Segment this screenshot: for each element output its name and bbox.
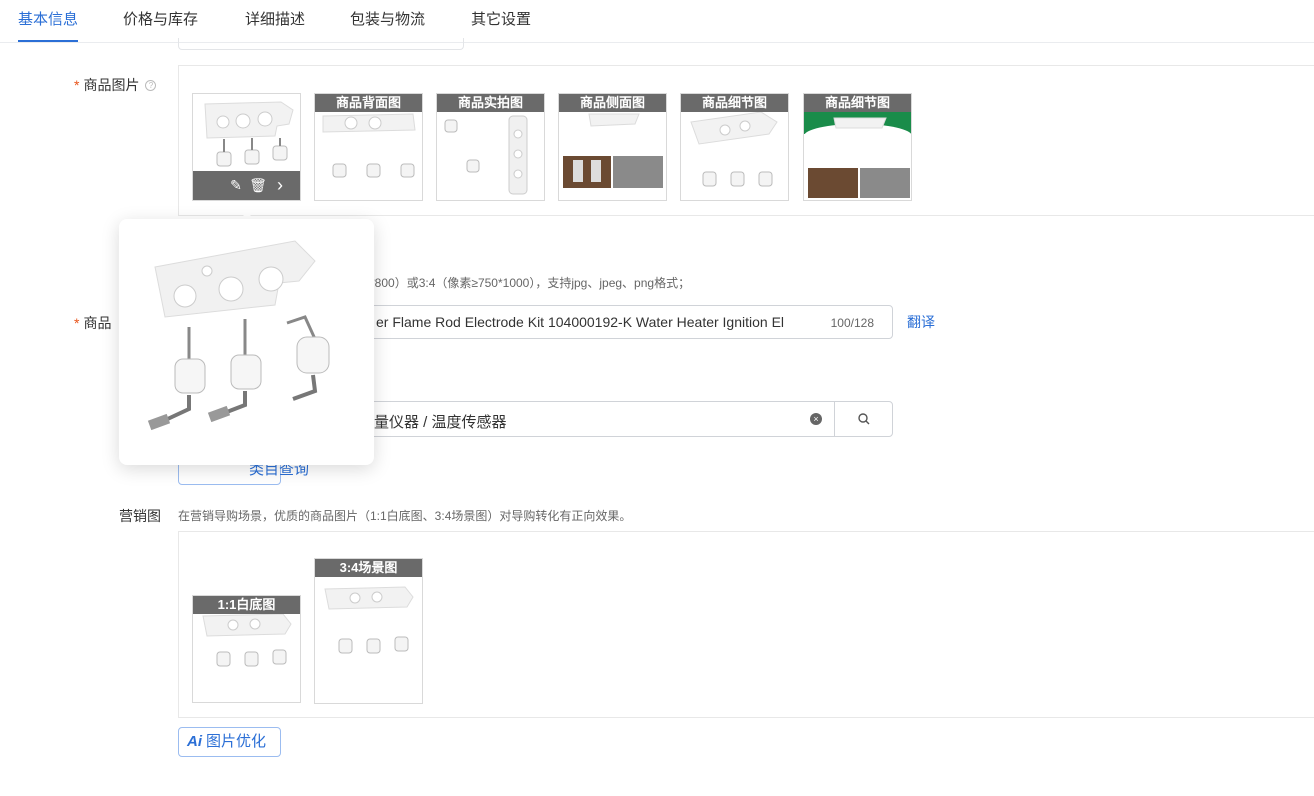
tab-bar: 基本信息 价格与库存 详细描述 包装与物流 其它设置 — [0, 0, 1314, 43]
main-image-thumb[interactable]: ✎ 🗑 › — [192, 93, 301, 201]
search-icon — [858, 413, 870, 425]
image-toolbar: ✎ 🗑 › — [193, 171, 300, 200]
help-icon[interactable]: ? — [145, 80, 157, 91]
ai-badge: Ai — [187, 733, 202, 750]
product-images-label: * 商品图片? — [74, 75, 157, 95]
char-count: 100/128 — [830, 316, 874, 330]
category-search-button[interactable] — [834, 401, 893, 437]
image-caption: 商品背面图 — [315, 94, 422, 112]
image-caption: 商品细节图 — [681, 94, 788, 112]
marketing-hint: 在营销导购场景，优质的商品图片（1:1白底图、3:4场景图）对导购转化有正向效果… — [178, 509, 632, 523]
delete-icon[interactable]: 🗑 — [249, 176, 267, 194]
required-mark: * — [74, 77, 80, 93]
tab-package-logistics[interactable]: 包装与物流 — [350, 8, 425, 42]
image-caption: 3:4场景图 — [315, 559, 422, 577]
image-caption: 商品实拍图 — [437, 94, 544, 112]
marketing-images-label: 营销图 — [119, 508, 161, 524]
next-icon[interactable]: › — [271, 176, 289, 194]
white-bg-image-thumb[interactable]: 1:1白底图 — [192, 595, 301, 703]
previous-field-bottom — [178, 38, 464, 50]
required-mark: * — [74, 315, 80, 331]
back-image-thumb[interactable]: 商品背面图 — [314, 93, 423, 201]
product-title-value: er Flame Rod Electrode Kit 104000192-K W… — [376, 314, 785, 330]
tab-other-settings[interactable]: 其它设置 — [471, 8, 531, 42]
preview-product-photo — [147, 240, 330, 431]
scene-image-thumb[interactable]: 3:4场景图 — [314, 558, 423, 704]
product-photo — [324, 586, 414, 654]
tab-price-stock[interactable]: 价格与库存 — [123, 8, 198, 42]
image-caption: 商品侧面图 — [559, 94, 666, 112]
tab-detail-description[interactable]: 详细描述 — [245, 8, 305, 42]
product-images-label-text: 商品图片 — [83, 77, 140, 93]
detail-image-thumb[interactable]: 商品细节图 — [680, 93, 789, 201]
side-image-thumb[interactable]: 商品侧面图 — [558, 93, 667, 201]
image-caption: 1:1白底图 — [193, 596, 300, 614]
image-optimize-label: 图片优化 — [206, 733, 267, 750]
image-optimize-button[interactable]: Ai 图片优化 — [178, 727, 281, 757]
image-preview-popup — [119, 219, 374, 465]
clear-icon[interactable]: × — [810, 413, 822, 425]
tab-basic-info[interactable]: 基本信息 — [18, 8, 79, 42]
detail-image-thumb-2[interactable]: 商品细节图 — [803, 93, 912, 201]
preview-popup-arrow — [240, 212, 254, 219]
image-caption: 商品细节图 — [804, 94, 911, 112]
category-value: 量仪器 / 温度传感器 — [374, 414, 507, 431]
image-spec-hint: *800）或3:4（像素≥750*1000），支持jpg、jpeg、png格式； — [370, 276, 691, 290]
product-title-label-text: 商品 — [83, 315, 112, 331]
product-title-label: * 商品 — [74, 313, 111, 333]
edit-icon[interactable]: ✎ — [227, 176, 245, 194]
real-shot-thumb[interactable]: 商品实拍图 — [436, 93, 545, 201]
translate-link[interactable]: 翻译 — [907, 312, 935, 332]
